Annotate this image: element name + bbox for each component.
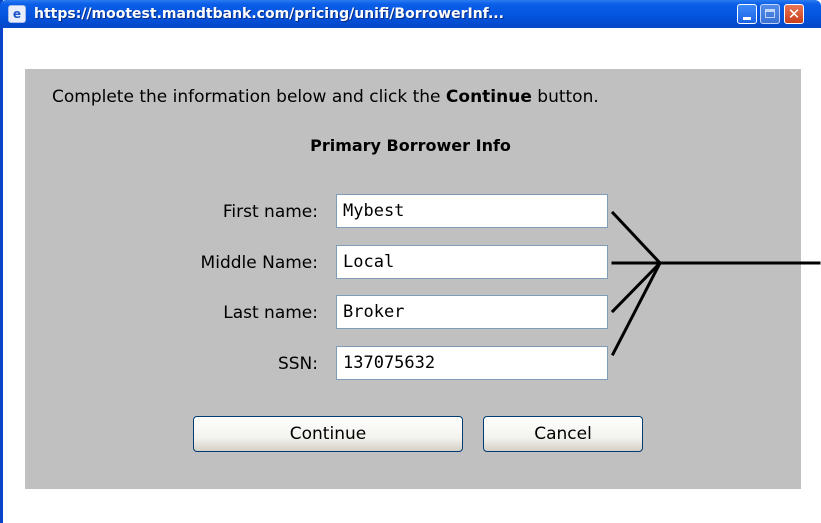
annotation-arrow-line	[610, 260, 663, 314]
annotation-arrows	[610, 210, 821, 357]
annotation-arrow-line	[610, 210, 663, 266]
annotation-arrow-line	[610, 260, 663, 357]
